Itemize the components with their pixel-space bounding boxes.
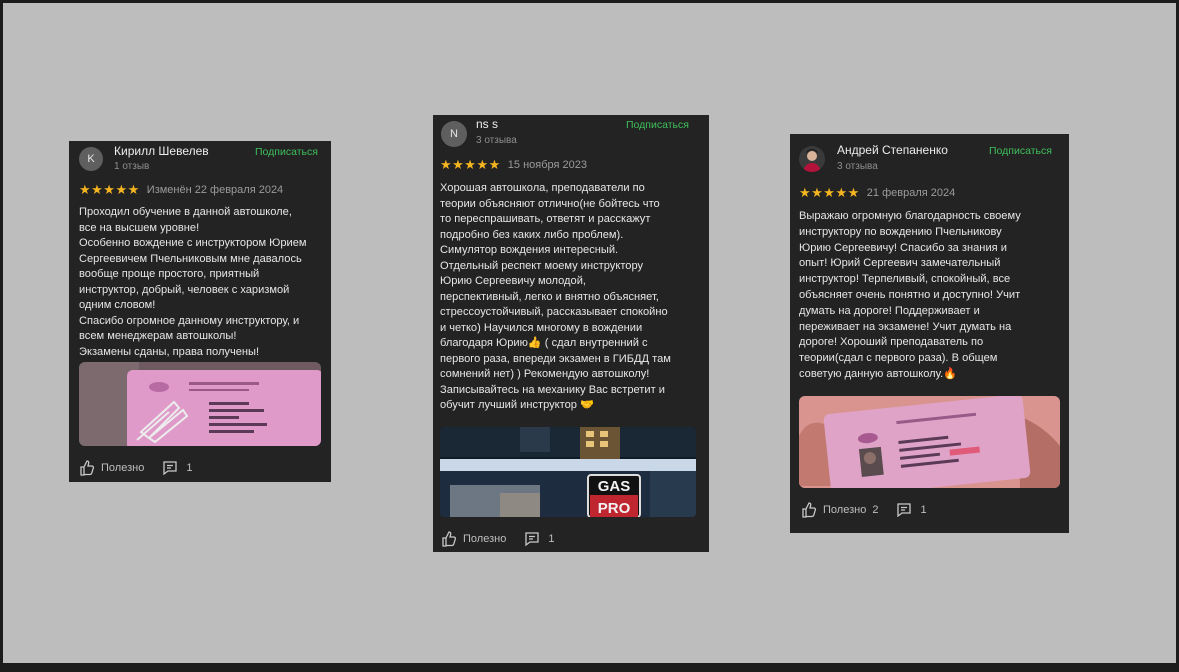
review-text-line: Юрию Сергеевичу! Спасибо за знания и xyxy=(799,241,1007,254)
review-text-line: вообще проще простого, приятный xyxy=(79,268,260,280)
review-text-line: советую данную автошколу.🔥 xyxy=(799,367,957,380)
gas-sign-bottom: PRO xyxy=(598,500,631,517)
review-text-line: одним словом! xyxy=(79,299,156,311)
subscribe-button[interactable]: Подписаться xyxy=(989,145,1052,157)
gas-sign-top: GAS xyxy=(598,478,631,495)
review-text-line: Сергеевичем Пчельниковым мне давалось xyxy=(79,252,302,265)
review-text-line: Спасибо огромное данному инструктору, и xyxy=(79,314,300,327)
subscribe-button[interactable]: Подписаться xyxy=(255,146,318,158)
review-text-line: первого раза, впереди экзамен в ГИБДД та… xyxy=(440,352,671,365)
review-text-line: Записывайтесь на механику Вас встретит и xyxy=(440,383,665,396)
review-text-line: Юрию Сергеевичу молодой, xyxy=(440,275,586,287)
review-card: N ns s 3 отзыва Подписаться ★★★★★ 15 ноя… xyxy=(433,115,709,552)
review-text-line: сомнений нет) ) Рекомендую автошколу! xyxy=(440,368,650,380)
review-text-line: инструктор! Терпеливый, спокойный, все xyxy=(799,273,1011,286)
rating-row: ★★★★★ Изменён 22 февраля 2024 xyxy=(79,182,283,198)
thumbs-up-icon[interactable] xyxy=(79,460,95,476)
star-rating: ★★★★★ xyxy=(440,157,501,172)
review-text-line: стрессоустойчивый, рассказывает спокойно xyxy=(440,306,668,318)
review-text-line: Симулятор вождения интересный. xyxy=(440,244,619,256)
review-card: K Кирилл Шевелев 1 отзыв Подписаться ★★★… xyxy=(69,141,331,482)
review-text: Проходил обучение в данной автошколе, вс… xyxy=(79,205,307,360)
review-text-line: Отдельный респект моему инструктору xyxy=(440,259,644,272)
comment-icon[interactable] xyxy=(896,502,912,518)
review-text-line: дороге! Хороший преподаватель по xyxy=(799,336,984,349)
helpful-button[interactable]: Полезно xyxy=(101,462,144,474)
avatar[interactable]: N xyxy=(441,121,467,147)
rating-row: ★★★★★ 15 ноября 2023 xyxy=(440,157,587,173)
subscribe-button[interactable]: Подписаться xyxy=(626,119,689,131)
review-text-line: теории объясняют отлично(не бойтесь что xyxy=(440,197,660,210)
author-name[interactable]: Кирилл Шевелев xyxy=(114,144,209,158)
comment-icon[interactable] xyxy=(162,460,178,476)
review-date: Изменён 22 февраля 2024 xyxy=(146,184,284,196)
review-text: Выражаю огромную благодарность своему ин… xyxy=(799,209,1021,383)
comment-icon[interactable] xyxy=(524,531,540,547)
review-date: 15 ноября 2023 xyxy=(507,159,587,171)
driving-licence-photo-icon xyxy=(799,396,1060,488)
avatar[interactable]: K xyxy=(79,147,103,171)
review-text-line: объясняет очень понятно и доступно! Учит xyxy=(799,288,1021,301)
review-text-line: переживает на экзамене! Учит думать на xyxy=(799,320,1012,333)
helpful-button[interactable]: Полезно xyxy=(463,533,506,545)
review-text-line: обучит лучший инструктор 🤝 xyxy=(440,399,594,411)
review-text-line: благодаря Юрию👍 ( сдал внутренний с xyxy=(440,337,648,349)
author-review-count: 3 отзыва xyxy=(837,161,878,172)
review-photo[interactable] xyxy=(79,362,321,446)
review-text-line: думать на дороге! Поддерживает и xyxy=(799,304,980,317)
star-rating: ★★★★★ xyxy=(799,185,860,200)
review-text-line: и четко) Научился многому в вождении xyxy=(440,321,643,334)
helpful-count: 2 xyxy=(872,504,879,516)
review-actions: Полезно 2 1 xyxy=(801,502,927,518)
review-header: K Кирилл Шевелев 1 отзыв Подписаться xyxy=(69,141,331,187)
thumbs-up-icon[interactable] xyxy=(801,502,817,518)
review-text-line: Выражаю огромную благодарность своему xyxy=(799,210,1021,222)
review-actions: Полезно 1 xyxy=(441,531,554,547)
helpful-button[interactable]: Полезно xyxy=(823,504,866,516)
star-rating: ★★★★★ xyxy=(79,182,140,197)
review-text-line: Особенно вождение с инструктором Юрием xyxy=(79,237,307,249)
author-name[interactable]: Андрей Степаненко xyxy=(837,143,948,157)
rating-row: ★★★★★ 21 февраля 2024 xyxy=(799,185,955,201)
review-date: 21 февраля 2024 xyxy=(866,187,956,199)
comment-count: 1 xyxy=(548,533,555,545)
review-text-line: подробно без каких либо проблем). xyxy=(440,228,624,241)
thumbs-up-icon[interactable] xyxy=(441,531,457,547)
author-review-count: 1 отзыв xyxy=(114,161,150,172)
review-header: Андрей Степаненко 3 отзыва Подписаться xyxy=(790,134,1069,180)
review-text-line: все на высшем уровне! xyxy=(79,221,200,234)
review-text-line: инструктор, добрый, человек с харизмой xyxy=(79,283,290,296)
review-text-line: опыт! Юрий Сергеевич замечательный xyxy=(799,257,1001,270)
comment-count: 1 xyxy=(186,462,193,474)
comment-count: 1 xyxy=(920,504,927,516)
review-text-line: Экзамены сданы, права получены! xyxy=(79,345,260,358)
author-review-count: 3 отзыва xyxy=(476,135,517,146)
review-text-line: то переспрашивать, ответят и расскажут xyxy=(440,213,651,225)
gas-station-photo-icon: GAS PRO xyxy=(440,427,696,517)
review-photo[interactable]: GAS PRO xyxy=(440,427,696,517)
review-text-line: инструктору по вождению Пчельникову xyxy=(799,225,1002,238)
review-card: Андрей Степаненко 3 отзыва Подписаться ★… xyxy=(790,134,1069,533)
review-text-line: Проходил обучение в данной автошколе, xyxy=(79,206,292,218)
user-photo-icon xyxy=(799,146,825,172)
review-actions: Полезно 1 xyxy=(79,460,192,476)
review-photo[interactable] xyxy=(799,396,1060,488)
review-text-line: теории(сдал с первого раза). В общем xyxy=(799,352,998,365)
author-name[interactable]: ns s xyxy=(476,117,498,131)
driving-licence-photo-icon xyxy=(79,362,321,446)
review-text-line: перспективный, легко и внятно объясняет, xyxy=(440,290,659,303)
review-text-line: всем менеджерам автошколы! xyxy=(79,330,237,342)
avatar[interactable] xyxy=(799,146,825,172)
review-text-line: Хорошая автошкола, преподаватели по xyxy=(440,182,645,194)
review-text: Хорошая автошкола, преподаватели по теор… xyxy=(440,181,671,414)
review-header: N ns s 3 отзыва Подписаться xyxy=(433,115,709,161)
